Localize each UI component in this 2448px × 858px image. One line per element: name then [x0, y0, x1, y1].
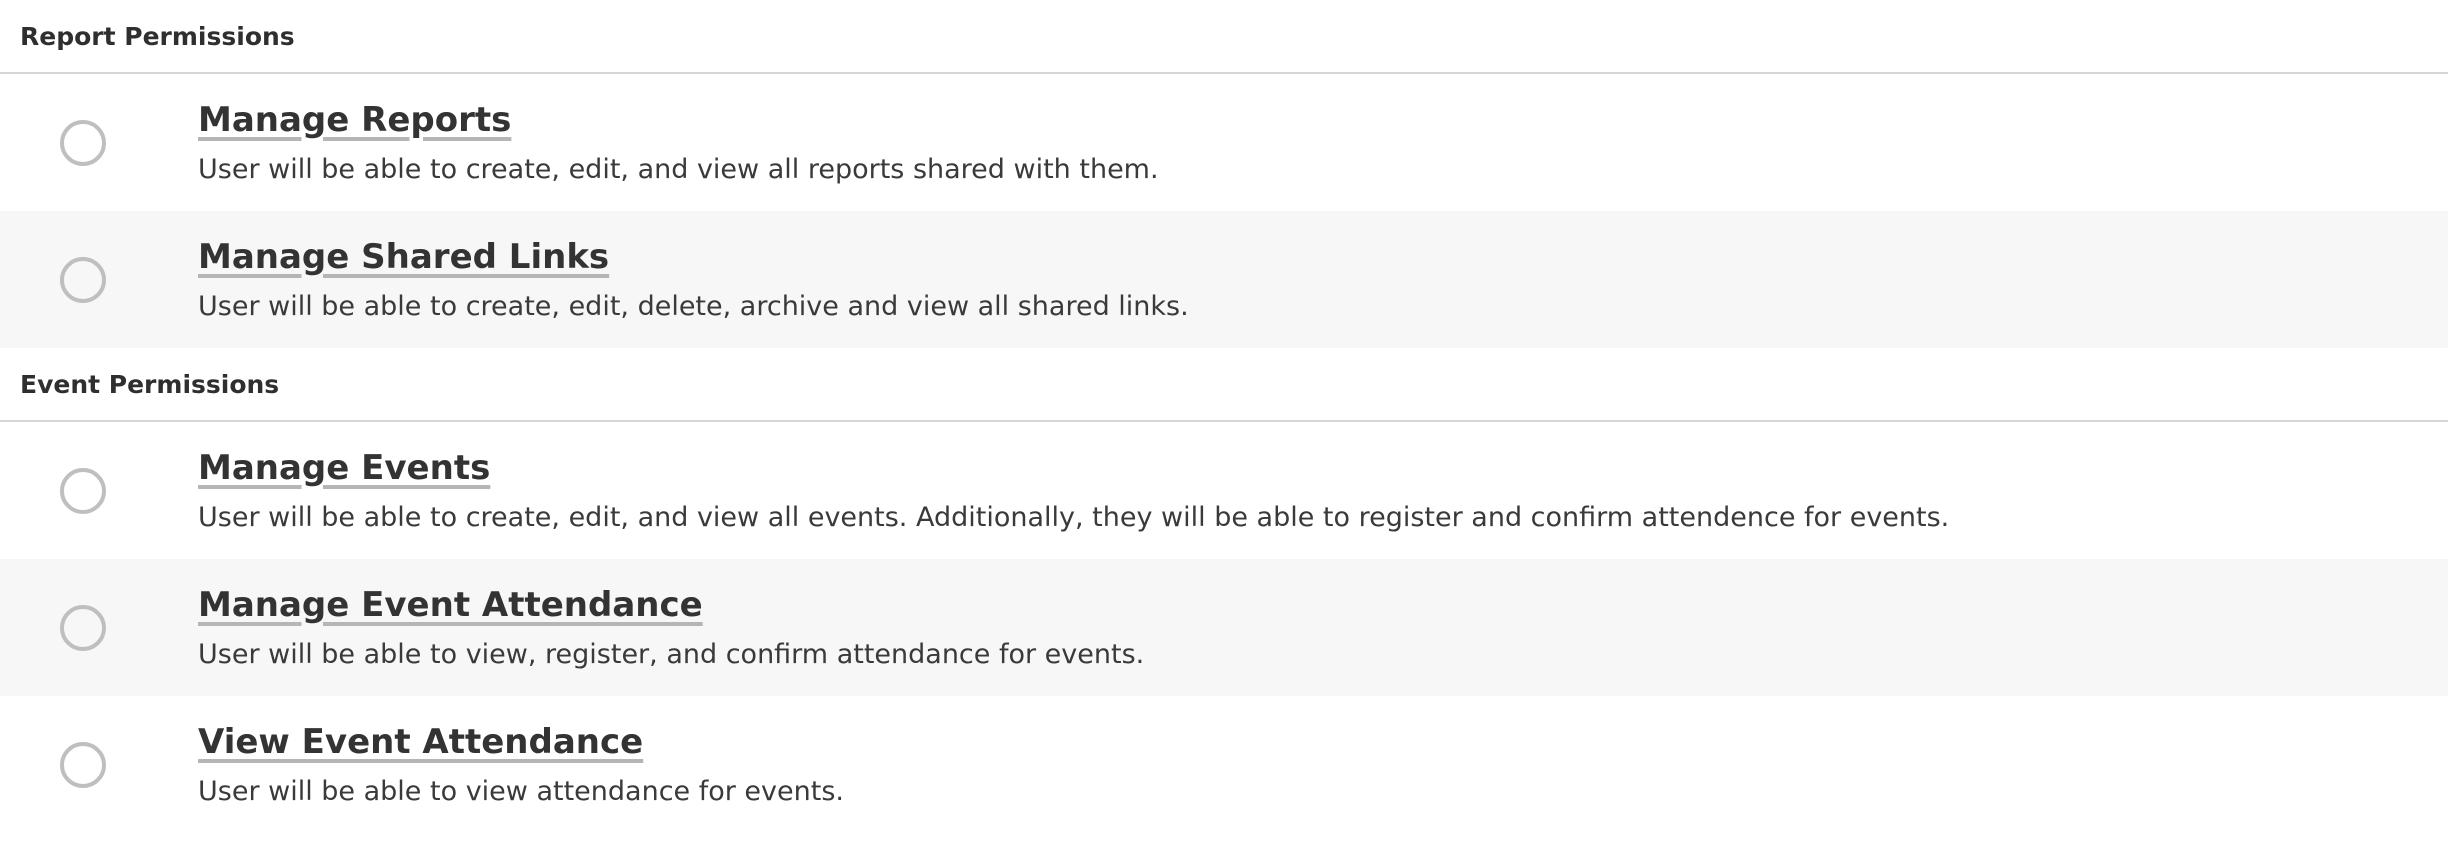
- permission-text: View Event Attendance User will be able …: [198, 720, 844, 810]
- permission-title-view-event-attendance[interactable]: View Event Attendance: [198, 720, 844, 764]
- permission-text: Manage Events User will be able to creat…: [198, 446, 1949, 536]
- permission-description: User will be able to create, edit, and v…: [198, 153, 1159, 185]
- permission-row-manage-reports[interactable]: Manage Reports User will be able to crea…: [0, 74, 2448, 211]
- radio-manage-shared-links[interactable]: [60, 256, 106, 303]
- permission-title-manage-reports[interactable]: Manage Reports: [198, 98, 1159, 142]
- radio-manage-event-attendance[interactable]: [60, 604, 106, 651]
- permission-description: User will be able to create, edit, and v…: [198, 501, 1950, 533]
- permission-title-manage-event-attendance[interactable]: Manage Event Attendance: [198, 583, 1144, 627]
- section-header-report-permissions: Report Permissions: [0, 0, 2448, 74]
- radio-view-event-attendance[interactable]: [60, 741, 106, 788]
- permission-text: Manage Reports User will be able to crea…: [198, 98, 1159, 188]
- section-title: Event Permissions: [20, 369, 280, 399]
- section-header-event-permissions: Event Permissions: [0, 348, 2448, 422]
- permission-row-view-event-attendance[interactable]: View Event Attendance User will be able …: [0, 696, 2448, 833]
- permission-row-manage-shared-links[interactable]: Manage Shared Links User will be able to…: [0, 211, 2448, 348]
- permission-row-manage-event-attendance[interactable]: Manage Event Attendance User will be abl…: [0, 559, 2448, 696]
- radio-manage-events[interactable]: [60, 467, 106, 514]
- permission-description: User will be able to create, edit, delet…: [198, 290, 1189, 322]
- radio-manage-reports[interactable]: [60, 119, 106, 166]
- permission-title-manage-shared-links[interactable]: Manage Shared Links: [198, 235, 1189, 279]
- permission-text: Manage Shared Links User will be able to…: [198, 235, 1189, 325]
- section-title: Report Permissions: [20, 21, 295, 51]
- permission-description: User will be able to view, register, and…: [198, 638, 1145, 670]
- permission-text: Manage Event Attendance User will be abl…: [198, 583, 1144, 673]
- permission-title-manage-events[interactable]: Manage Events: [198, 446, 1949, 490]
- permissions-page: Report Permissions Manage Reports User w…: [0, 0, 2448, 858]
- permission-description: User will be able to view attendance for…: [198, 775, 844, 807]
- permission-row-manage-events[interactable]: Manage Events User will be able to creat…: [0, 422, 2448, 559]
